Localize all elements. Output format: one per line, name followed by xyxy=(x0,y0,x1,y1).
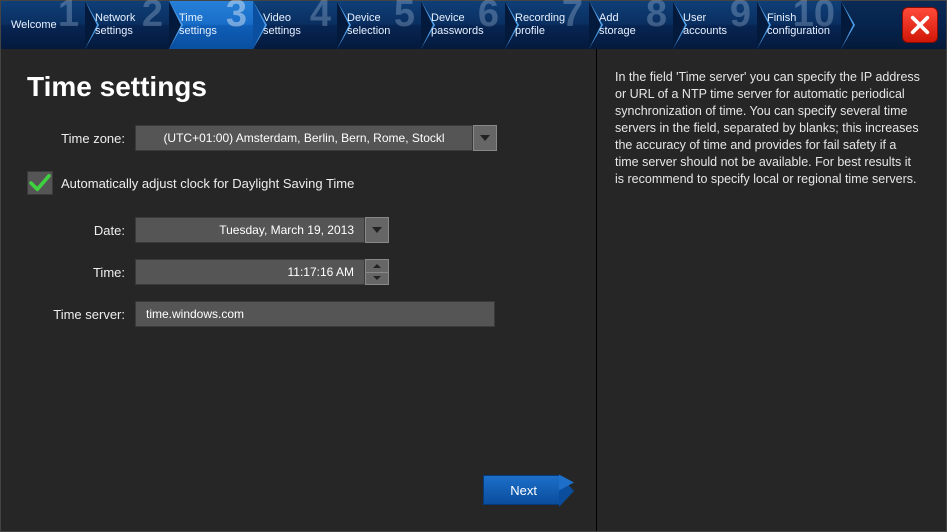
step-label: Welcome xyxy=(11,19,85,32)
time-value: 11:17:16 AM xyxy=(135,259,365,285)
time-spin-down-button[interactable] xyxy=(365,273,389,286)
wizard-steps-bar: 1Welcome2Networksettings3Timesettings4Vi… xyxy=(1,1,946,49)
timeserver-label: Time server: xyxy=(27,307,135,322)
dst-checkbox[interactable] xyxy=(27,171,53,195)
time-spinner xyxy=(365,259,389,285)
step-label: Finishconfiguration xyxy=(767,12,841,38)
nav-row: Next xyxy=(27,475,570,519)
timezone-row: Time zone: (UTC+01:00) Amsterdam, Berlin… xyxy=(27,125,570,151)
timezone-select[interactable]: (UTC+01:00) Amsterdam, Berlin, Bern, Rom… xyxy=(135,125,497,151)
dst-label: Automatically adjust clock for Daylight … xyxy=(61,176,354,191)
wizard-step-1[interactable]: 1Welcome xyxy=(1,1,85,49)
close-button[interactable] xyxy=(902,7,938,43)
step-label: Videosettings xyxy=(263,12,337,38)
chevron-down-icon xyxy=(479,133,491,143)
date-picker[interactable]: Tuesday, March 19, 2013 xyxy=(135,217,389,243)
step-label: Recordingprofile xyxy=(515,12,589,38)
next-button[interactable]: Next xyxy=(483,475,560,505)
check-icon xyxy=(29,174,51,192)
step-label: Useraccounts xyxy=(683,12,757,38)
form-panel: Time settings Time zone: (UTC+01:00) Ams… xyxy=(1,49,596,531)
chevron-up-icon xyxy=(372,263,382,269)
dst-row: Automatically adjust clock for Daylight … xyxy=(27,171,570,195)
date-label: Date: xyxy=(27,223,135,238)
content-area: Time settings Time zone: (UTC+01:00) Ams… xyxy=(1,49,946,531)
next-button-label: Next xyxy=(510,483,537,498)
step-label: Timesettings xyxy=(179,12,253,38)
timezone-value: (UTC+01:00) Amsterdam, Berlin, Bern, Rom… xyxy=(135,125,473,151)
time-stepper[interactable]: 11:17:16 AM xyxy=(135,259,389,285)
step-label: Deviceselection xyxy=(347,12,421,38)
timeserver-row: Time server: xyxy=(27,301,570,327)
chevron-down-icon xyxy=(371,225,383,235)
help-text: In the field 'Time server' you can speci… xyxy=(615,69,922,188)
chevron-down-icon xyxy=(372,275,382,281)
timeserver-input[interactable] xyxy=(135,301,495,327)
time-label: Time: xyxy=(27,265,135,280)
close-icon xyxy=(909,14,931,36)
time-spin-up-button[interactable] xyxy=(365,259,389,273)
date-value: Tuesday, March 19, 2013 xyxy=(135,217,365,243)
date-dropdown-button[interactable] xyxy=(365,217,389,243)
page-title: Time settings xyxy=(27,71,570,103)
step-label: Devicepasswords xyxy=(431,12,505,38)
time-row: Time: 11:17:16 AM xyxy=(27,259,570,285)
help-panel: In the field 'Time server' you can speci… xyxy=(596,49,946,531)
date-row: Date: Tuesday, March 19, 2013 xyxy=(27,217,570,243)
timezone-label: Time zone: xyxy=(27,131,135,146)
step-label: Networksettings xyxy=(95,12,169,38)
timezone-dropdown-button[interactable] xyxy=(473,125,497,151)
step-label: Addstorage xyxy=(599,12,673,38)
